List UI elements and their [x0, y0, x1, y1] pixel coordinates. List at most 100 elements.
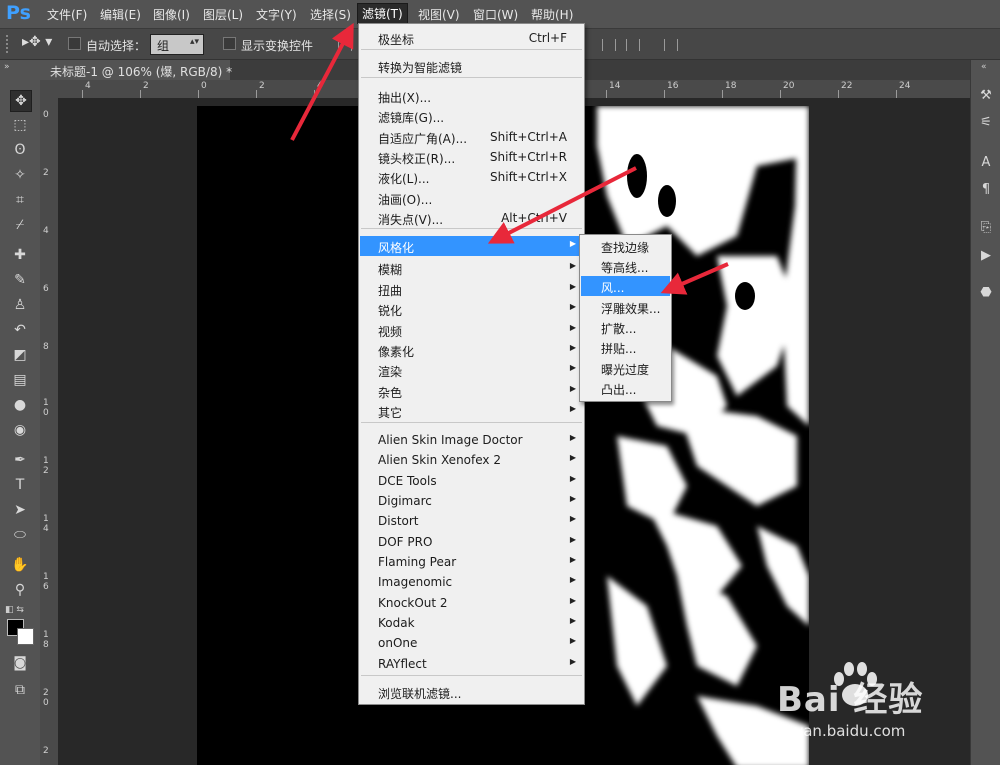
stylize-submenu-item[interactable]: 拼贴... [581, 337, 670, 357]
move-tool-icon[interactable]: ✥ [10, 90, 32, 112]
menu-type[interactable]: 文字(Y) [256, 6, 297, 23]
background-color-swatch[interactable] [17, 628, 34, 645]
filter-menu-item[interactable]: onOne ▶ [360, 633, 583, 653]
filter-menu-item[interactable]: Imagenomic ▶ [360, 572, 583, 592]
paragraph-panel-icon[interactable]: ¶ [978, 182, 994, 198]
stylize-submenu-item[interactable]: 风... [581, 276, 670, 296]
screen-mode-icon[interactable]: ⧉ [10, 680, 30, 700]
stylize-submenu-item[interactable]: 查找边缘 [581, 236, 670, 256]
filter-menu-item[interactable]: 转换为智能滤镜 [360, 56, 583, 76]
menu-item-label: Digimarc [378, 494, 432, 508]
filter-menu-item[interactable]: 模糊 ▶ [360, 258, 583, 278]
zoom-tool-icon[interactable]: ⚲ [10, 580, 30, 600]
history-panel-icon[interactable]: ⎘ [978, 220, 994, 236]
menu-layer[interactable]: 图层(L) [203, 6, 243, 23]
distribute-top-icon[interactable] [602, 39, 616, 51]
submenu-item-label: 风... [601, 281, 625, 295]
eyedropper-icon[interactable]: ⌿ [10, 215, 30, 235]
filter-menu-item[interactable]: 锐化 ▶ [360, 299, 583, 319]
path-select-icon[interactable]: ➤ [10, 500, 30, 520]
gradient-tool-icon[interactable]: ▤ [10, 370, 30, 390]
brush-presets-icon[interactable]: ⚟ [978, 115, 994, 131]
auto-select-dropdown[interactable]: 组 ▴▾ [150, 34, 204, 55]
filter-menu-item[interactable]: 像素化 ▶ [360, 340, 583, 360]
ruler-label: 1 8 [43, 630, 49, 650]
expand-icon[interactable]: « [981, 62, 987, 72]
filter-menu-item[interactable]: 滤镜库(G)... [360, 106, 583, 126]
character-panel-icon[interactable]: A [978, 155, 994, 171]
auto-select-checkbox[interactable] [68, 37, 81, 50]
menu-help[interactable]: 帮助(H) [531, 6, 573, 23]
menu-image[interactable]: 图像(I) [153, 6, 190, 23]
filter-menu-item[interactable]: 渲染 ▶ [360, 360, 583, 380]
align-icon[interactable] [338, 39, 352, 51]
show-transform-checkbox[interactable] [223, 37, 236, 50]
stylize-submenu-item[interactable]: 等高线... [581, 256, 670, 276]
filter-menu-item[interactable]: 视频 ▶ [360, 320, 583, 340]
stylize-submenu-item[interactable]: 扩散... [581, 317, 670, 337]
blur-tool-icon[interactable]: ● [10, 395, 30, 415]
stylize-submenu-item[interactable]: 浮雕效果... [581, 297, 670, 317]
crop-tool-icon[interactable]: ⌗ [10, 190, 30, 210]
submenu-arrow-icon: ▶ [569, 261, 576, 270]
filter-menu-item[interactable]: 镜头校正(R)... Shift+Ctrl+R [360, 147, 583, 167]
history-brush-icon[interactable]: ↶ [10, 320, 30, 340]
filter-menu-item[interactable]: Flaming Pear ▶ [360, 552, 583, 572]
menu-view[interactable]: 视图(V) [418, 6, 460, 23]
shape-tool-icon[interactable]: ⬭ [10, 525, 30, 545]
filter-menu-item[interactable]: DCE Tools ▶ [360, 471, 583, 491]
filter-menu-item[interactable]: RAYflect ▶ [360, 654, 583, 674]
filter-menu-item[interactable]: 自适应广角(A)... Shift+Ctrl+A [360, 127, 583, 147]
magic-wand-icon[interactable]: ✧ [10, 165, 30, 185]
stylize-submenu-item[interactable]: 曝光过度 [581, 358, 670, 378]
quick-mask-icon[interactable]: ◙ [10, 653, 30, 673]
menu-file[interactable]: 文件(F) [47, 6, 87, 23]
filter-menu-item[interactable]: Alien Skin Image Doctor ▶ [360, 430, 583, 450]
actions-panel-icon[interactable]: ▶ [978, 248, 994, 264]
filter-menu-item[interactable]: 风格化 ▶ [360, 236, 583, 256]
menu-window[interactable]: 窗口(W) [473, 6, 518, 23]
filter-menu-item[interactable]: 油画(O)... [360, 188, 583, 208]
filter-menu-item[interactable]: KnockOut 2 ▶ [360, 593, 583, 613]
filter-menu-item[interactable]: 液化(L)... Shift+Ctrl+X [360, 167, 583, 187]
type-tool-icon[interactable]: T [10, 475, 30, 495]
filter-menu-item[interactable]: Alien Skin Xenofex 2 ▶ [360, 450, 583, 470]
filter-menu-item[interactable]: 杂色 ▶ [360, 381, 583, 401]
filter-menu-item[interactable]: 消失点(V)... Alt+Ctrl+V [360, 208, 583, 228]
filter-menu-item[interactable]: Distort ▶ [360, 511, 583, 531]
layers-3d-icon[interactable]: ⬣ [978, 285, 994, 301]
filter-menu-item[interactable]: DOF PRO ▶ [360, 532, 583, 552]
hand-tool-icon[interactable]: ✋ [10, 555, 30, 575]
menu-edit[interactable]: 编辑(E) [100, 6, 141, 23]
document-tab[interactable]: 未标题-1 @ 106% (爆, RGB/8) * [40, 60, 232, 80]
collapse-icon[interactable]: » [4, 62, 10, 72]
filter-menu-item[interactable]: Kodak ▶ [360, 613, 583, 633]
distribute-horizontal-icon[interactable] [664, 39, 678, 51]
filter-menu-item[interactable]: 极坐标 Ctrl+F [360, 28, 583, 48]
tool-presets-icon[interactable]: ⚒ [978, 88, 994, 104]
menu-item-label: KnockOut 2 [378, 596, 448, 610]
brush-tool-icon[interactable]: ✎ [10, 270, 30, 290]
vertical-ruler: 0 2 4 6 8 1 0 1 2 1 4 1 6 1 8 2 0 2 [40, 98, 59, 765]
lasso-tool-icon[interactable]: ʘ [10, 140, 30, 160]
default-colors-icon[interactable]: ◧ ⇆ [5, 605, 24, 615]
filter-menu-item[interactable]: 其它 ▶ [360, 401, 583, 421]
pen-tool-icon[interactable]: ✒ [10, 450, 30, 470]
menu-select[interactable]: 选择(S) [310, 6, 351, 23]
marquee-tool-icon[interactable]: ⬚ [10, 115, 30, 135]
move-tool-preset-icon[interactable]: ▸✥ ▾ [22, 34, 52, 50]
filter-menu-item[interactable]: 扭曲 ▶ [360, 279, 583, 299]
dodge-tool-icon[interactable]: ◉ [10, 420, 30, 440]
submenu-item-label: 查找边缘 [601, 241, 650, 255]
healing-brush-icon[interactable]: ✚ [10, 245, 30, 265]
eraser-tool-icon[interactable]: ◩ [10, 345, 30, 365]
filter-menu-item[interactable]: Digimarc ▶ [360, 491, 583, 511]
filter-menu-item[interactable]: 抽出(X)... [360, 86, 583, 106]
submenu-arrow-icon: ▶ [569, 575, 576, 584]
menu-filter[interactable]: 滤镜(T) [357, 3, 408, 24]
stylize-submenu-item[interactable]: 凸出... [581, 378, 670, 398]
distribute-center-icon[interactable] [626, 39, 640, 51]
grip-handle[interactable] [6, 35, 10, 53]
filter-menu-item[interactable]: 浏览联机滤镜... [360, 682, 583, 702]
stamp-tool-icon[interactable]: ♙ [10, 295, 30, 315]
